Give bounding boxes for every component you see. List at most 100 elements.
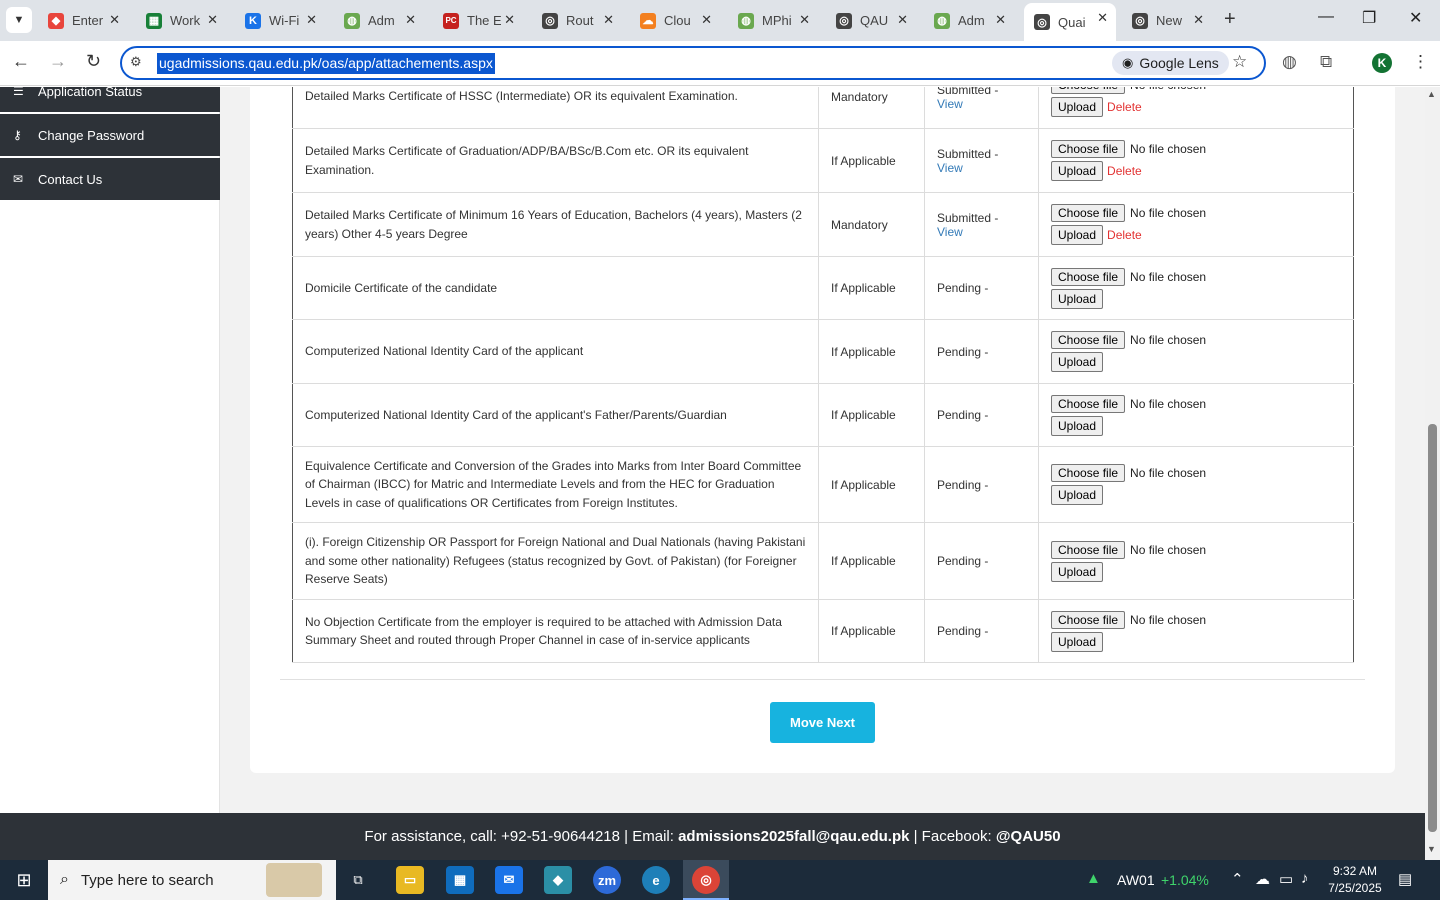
tab-5[interactable]: ◎ Rout ✕ bbox=[532, 5, 622, 36]
stock-change[interactable]: +1.04% bbox=[1161, 872, 1209, 888]
volume-icon[interactable]: ♪ bbox=[1301, 870, 1309, 887]
clock[interactable]: 9:32 AM 7/25/2025 bbox=[1320, 863, 1390, 897]
sidebar-item-application-status[interactable]: ☰ Application Status bbox=[0, 87, 220, 112]
tray-overflow-icon[interactable]: ⌃ bbox=[1231, 870, 1244, 888]
upload-button[interactable]: Upload bbox=[1051, 161, 1104, 181]
tab-2[interactable]: K Wi-Fi ✕ bbox=[235, 5, 325, 36]
upload-button[interactable]: Upload bbox=[1051, 415, 1104, 436]
tab-10[interactable]: ◎ Quai ✕ bbox=[1024, 3, 1116, 41]
extensions-icon[interactable]: ⧉ bbox=[1320, 52, 1332, 72]
tab-close-icon[interactable]: ✕ bbox=[603, 12, 614, 28]
tab-close-icon[interactable]: ✕ bbox=[701, 12, 712, 28]
view-link[interactable]: View bbox=[937, 97, 963, 111]
tab-close-icon[interactable]: ✕ bbox=[1097, 10, 1108, 26]
google-lens-button[interactable]: ◉ Google Lens bbox=[1112, 51, 1229, 75]
bookmark-star-icon[interactable]: ☆ bbox=[1232, 52, 1247, 72]
app-diamond-icon[interactable]: ◆ bbox=[544, 866, 572, 894]
forward-button[interactable]: → bbox=[49, 51, 67, 72]
choose-file-button[interactable]: Choose file bbox=[1051, 267, 1126, 286]
site-info-icon[interactable]: ⚙ bbox=[130, 54, 142, 70]
upload-button[interactable]: Upload bbox=[1051, 225, 1104, 245]
delete-link[interactable]: Delete bbox=[1107, 100, 1142, 114]
choose-file-button[interactable]: Choose file bbox=[1051, 140, 1126, 158]
chrome-icon[interactable]: ◎ bbox=[692, 866, 720, 894]
stock-name[interactable]: AW01 bbox=[1117, 872, 1155, 888]
upload-button[interactable]: Upload bbox=[1051, 288, 1104, 309]
tab-3[interactable]: ◍ Adm ✕ bbox=[334, 5, 424, 36]
notifications-icon[interactable]: ▤ bbox=[1398, 870, 1412, 888]
profile-avatar[interactable]: K bbox=[1372, 53, 1392, 73]
close-window-button[interactable]: ✕ bbox=[1409, 8, 1422, 28]
tab-close-icon[interactable]: ✕ bbox=[1193, 12, 1204, 28]
tab-close-icon[interactable]: ✕ bbox=[405, 12, 416, 28]
delete-link[interactable]: Delete bbox=[1107, 164, 1142, 178]
file-input[interactable]: Choose file No file chosen bbox=[1051, 87, 1341, 94]
file-input[interactable]: Choose file No file chosen bbox=[1051, 394, 1341, 413]
upload-button[interactable]: Upload bbox=[1051, 631, 1104, 652]
url-text[interactable]: ugadmissions.qau.edu.pk/oas/app/attachem… bbox=[157, 53, 495, 74]
file-input[interactable]: Choose file No file chosen bbox=[1051, 204, 1341, 222]
file-input[interactable]: Choose file No file chosen bbox=[1051, 464, 1341, 482]
taskbar-search[interactable]: ⌕ Type here to search bbox=[48, 860, 336, 900]
tab-4[interactable]: PC The E ✕ bbox=[433, 5, 523, 36]
choose-file-button[interactable]: Choose file bbox=[1051, 540, 1126, 559]
mail-icon[interactable]: ✉ bbox=[495, 866, 523, 894]
tab-close-icon[interactable]: ✕ bbox=[995, 12, 1006, 28]
network-icon[interactable]: ▭ bbox=[1279, 870, 1293, 888]
upload-button[interactable]: Upload bbox=[1051, 561, 1104, 582]
minimize-button[interactable]: — bbox=[1318, 8, 1334, 26]
tab-close-icon[interactable]: ✕ bbox=[897, 12, 908, 28]
scroll-down-arrow-icon[interactable]: ▼ bbox=[1427, 844, 1436, 854]
tab-close-icon[interactable]: ✕ bbox=[207, 12, 218, 28]
view-link[interactable]: View bbox=[937, 161, 963, 175]
address-bar[interactable]: ⚙ ugadmissions.qau.edu.pk/oas/app/attach… bbox=[120, 46, 1266, 80]
page-scrollbar[interactable]: ▲ ▼ bbox=[1425, 87, 1440, 860]
file-input[interactable]: Choose file No file chosen bbox=[1051, 140, 1341, 158]
choose-file-button[interactable]: Choose file bbox=[1051, 464, 1126, 482]
choose-file-button[interactable]: Choose file bbox=[1051, 87, 1126, 94]
tab-9[interactable]: ◍ Adm ✕ bbox=[924, 5, 1014, 36]
translate-icon[interactable]: ◍ bbox=[1282, 52, 1297, 72]
back-button[interactable]: ← bbox=[12, 51, 30, 72]
task-view-icon[interactable]: ⧉ bbox=[344, 866, 372, 894]
start-button[interactable]: ⊞ bbox=[0, 860, 48, 900]
menu-icon[interactable]: ⋮ bbox=[1412, 52, 1429, 72]
choose-file-button[interactable]: Choose file bbox=[1051, 204, 1126, 222]
view-link[interactable]: View bbox=[937, 225, 963, 239]
file-explorer-icon[interactable]: ▭ bbox=[396, 866, 424, 894]
scroll-up-arrow-icon[interactable]: ▲ bbox=[1427, 89, 1436, 99]
tab-close-icon[interactable]: ✕ bbox=[504, 12, 515, 28]
tab-close-icon[interactable]: ✕ bbox=[799, 12, 810, 28]
zoom-icon[interactable]: zm bbox=[593, 866, 621, 894]
maximize-button[interactable]: ❐ bbox=[1362, 8, 1376, 28]
file-input[interactable]: Choose file No file chosen bbox=[1051, 610, 1341, 629]
choose-file-button[interactable]: Choose file bbox=[1051, 331, 1126, 349]
file-input[interactable]: Choose file No file chosen bbox=[1051, 267, 1341, 286]
tab-7[interactable]: ◍ MPhi ✕ bbox=[728, 5, 818, 36]
tab-8[interactable]: ◎ QAU ✕ bbox=[826, 5, 916, 36]
file-input[interactable]: Choose file No file chosen bbox=[1051, 540, 1341, 559]
tab-1[interactable]: ▦ Work ✕ bbox=[136, 5, 226, 36]
sidebar-item-contact-us[interactable]: ✉ Contact Us bbox=[0, 158, 220, 200]
tab-close-icon[interactable]: ✕ bbox=[306, 12, 317, 28]
upload-button[interactable]: Upload bbox=[1051, 352, 1104, 372]
choose-file-button[interactable]: Choose file bbox=[1051, 610, 1126, 629]
edge-icon[interactable]: e bbox=[642, 866, 670, 894]
move-next-button[interactable]: Move Next bbox=[770, 702, 875, 743]
upload-button[interactable]: Upload bbox=[1051, 97, 1104, 117]
choose-file-button[interactable]: Choose file bbox=[1051, 394, 1126, 413]
new-tab-button[interactable]: + bbox=[1224, 8, 1236, 31]
store-icon[interactable]: ▦ bbox=[446, 866, 474, 894]
tab-6[interactable]: ☁ Clou ✕ bbox=[630, 5, 720, 36]
delete-link[interactable]: Delete bbox=[1107, 228, 1142, 242]
tab-0[interactable]: ◆ Enter ✕ bbox=[38, 5, 128, 36]
tab-11[interactable]: ◎ New ✕ bbox=[1122, 5, 1212, 36]
sidebar-item-change-password[interactable]: ⚷ Change Password bbox=[0, 114, 220, 156]
reload-button[interactable]: ↻ bbox=[86, 51, 101, 72]
file-input[interactable]: Choose file No file chosen bbox=[1051, 331, 1341, 349]
tab-close-icon[interactable]: ✕ bbox=[109, 12, 120, 28]
onedrive-icon[interactable]: ☁ bbox=[1255, 870, 1270, 888]
upload-button[interactable]: Upload bbox=[1051, 485, 1104, 505]
scrollbar-thumb[interactable] bbox=[1428, 424, 1437, 832]
tab-search-button[interactable]: ▼ bbox=[6, 7, 32, 33]
